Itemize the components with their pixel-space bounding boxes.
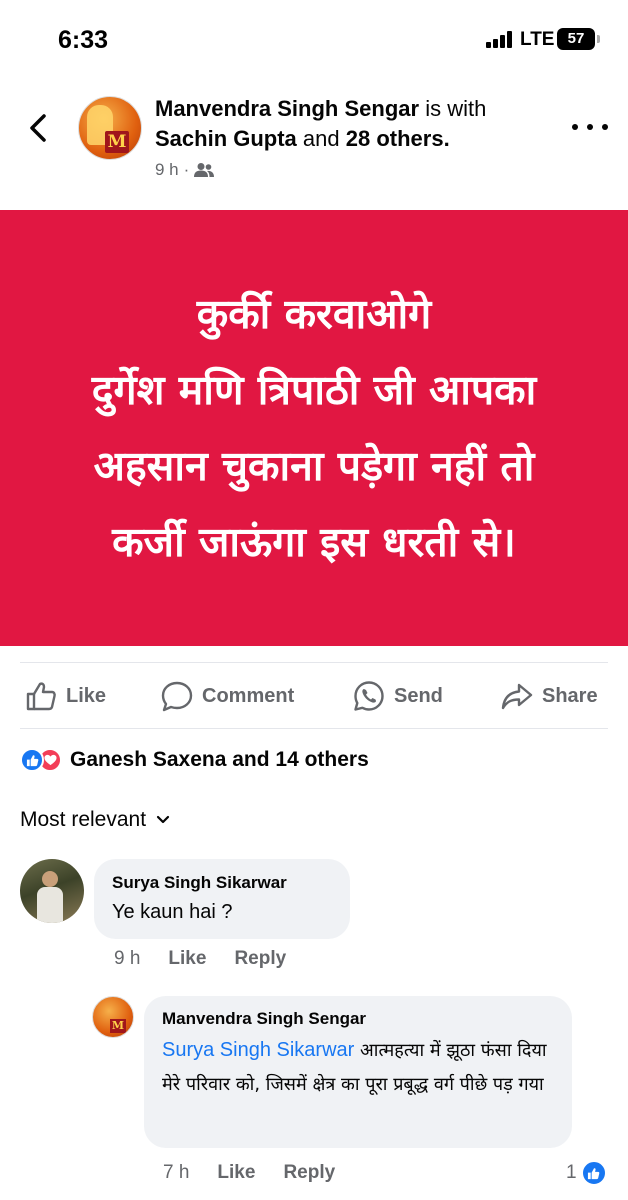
action-bar: Like Comment Send Share — [0, 670, 628, 722]
others-link[interactable]: 28 others. — [346, 126, 450, 151]
comment-text: Ye kaun hai ? — [112, 901, 233, 923]
chevron-left-icon — [30, 114, 46, 142]
comment-label: Comment — [202, 684, 295, 707]
whatsapp-icon — [354, 681, 384, 711]
comment-reply-button[interactable]: Reply — [234, 948, 286, 970]
share-icon — [501, 683, 533, 710]
divider — [20, 662, 608, 663]
comment-like-button[interactable]: Like — [168, 948, 206, 970]
author-name-link[interactable]: Manvendra Singh Sengar — [155, 96, 419, 121]
post-image-text: कुर्की करवाओगे दुर्गेश मणि त्रिपाठी जी आ… — [91, 290, 537, 566]
reply-bubble[interactable]: Manvendra Singh Sengar Surya Singh Sikar… — [144, 996, 572, 1148]
share-label: Share — [542, 684, 598, 707]
reply-reaction-count[interactable]: 1 — [566, 1160, 607, 1186]
back-button[interactable] — [24, 110, 54, 146]
divider — [20, 728, 608, 729]
reply-meta: 7 h Like Reply — [163, 1162, 335, 1184]
status-bar: 6:33 LTE 57 — [0, 0, 628, 80]
tagged-name-link[interactable]: Sachin Gupta — [155, 126, 297, 151]
reply-like-button[interactable]: Like — [217, 1162, 255, 1184]
commenter-avatar[interactable] — [20, 859, 84, 923]
reactions-summary[interactable]: Ganesh Saxena and 14 others — [20, 745, 369, 775]
comment-button[interactable]: Comment — [160, 678, 294, 714]
friends-icon — [194, 163, 215, 177]
post-image[interactable]: कुर्की करवाओगे दुर्गेश मणि त्रिपाठी जी आ… — [0, 210, 628, 646]
like-reaction-icon — [20, 748, 44, 772]
status-time: 6:33 — [58, 26, 109, 54]
with-text: is with — [425, 96, 487, 121]
like-label: Like — [66, 684, 107, 707]
comment-filter-label: Most relevant — [20, 808, 147, 831]
comment-icon — [161, 681, 193, 712]
meta-dot: · — [183, 160, 190, 179]
avatar-monogram: M — [110, 1019, 126, 1033]
author-avatar[interactable]: M — [78, 96, 142, 160]
send-button[interactable]: Send — [352, 678, 443, 714]
comment-filter-dropdown[interactable]: Most relevant — [20, 808, 170, 832]
thumbs-up-icon — [26, 682, 56, 711]
like-button[interactable]: Like — [24, 678, 106, 714]
comment-meta: 9 h Like Reply — [114, 948, 286, 970]
chevron-down-icon — [156, 815, 170, 824]
avatar-monogram: M — [105, 131, 129, 153]
battery-icon: 57 — [557, 28, 600, 50]
post-meta: 9 h · — [155, 160, 215, 180]
reply-time: 7 h — [163, 1162, 190, 1183]
share-button[interactable]: Share — [500, 678, 598, 714]
reply-avatar[interactable]: M — [92, 996, 134, 1038]
like-reaction-icon — [580, 1160, 607, 1186]
mention-link[interactable]: Surya Singh Sikarwar — [162, 1039, 354, 1061]
network-type: LTE — [520, 29, 555, 50]
more-options-button[interactable] — [572, 117, 608, 137]
comment-bubble[interactable]: Surya Singh Sikarwar Ye kaun hai ? — [94, 859, 350, 939]
post-time[interactable]: 9 h — [155, 160, 179, 180]
reaction-count: 1 — [566, 1162, 577, 1183]
reply-reply-button[interactable]: Reply — [283, 1162, 335, 1184]
commenter-name[interactable]: Surya Singh Sikarwar — [112, 873, 332, 893]
signal-icon — [486, 31, 514, 48]
send-label: Send — [394, 684, 443, 707]
reactions-summary-text: Ganesh Saxena and 14 others — [70, 748, 369, 771]
and-text: and — [302, 126, 340, 151]
reply-text-block: Surya Singh Sikarwar आत्महत्या में झूठा … — [162, 1033, 554, 1102]
reply-author-name[interactable]: Manvendra Singh Sengar — [162, 1009, 554, 1029]
post-header-text: Manvendra Singh Sengar is with Sachin Gu… — [155, 94, 555, 154]
comment-time: 9 h — [114, 948, 141, 969]
